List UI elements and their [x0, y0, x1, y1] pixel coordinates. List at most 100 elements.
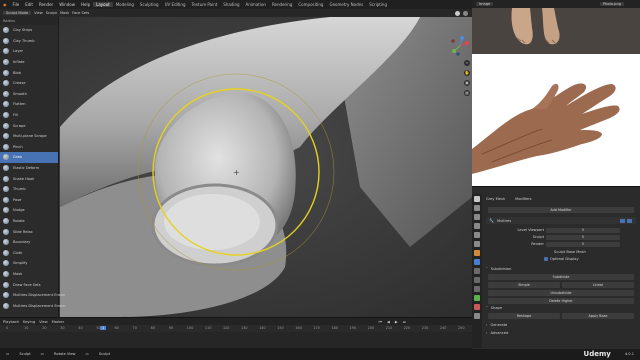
playhead[interactable]: 1 [100, 326, 107, 330]
camera-icon[interactable]: ▣ [464, 80, 470, 86]
tool-item[interactable]: Simplify [0, 258, 58, 269]
image-file-selector[interactable]: Photo.png [599, 2, 624, 6]
apply-base-button[interactable]: Apply Base [562, 313, 634, 319]
tab-uv-editing[interactable]: UV Editing [162, 2, 189, 7]
tab-shading[interactable]: Shading [220, 2, 242, 7]
menu-window[interactable]: Window [56, 2, 78, 7]
sculpt-base-mesh-checkbox[interactable]: Sculpt Base Mesh [554, 250, 586, 254]
unsubdivide-button[interactable]: Unsubdivide [488, 290, 634, 296]
wrench-icon[interactable]: 🔧 [489, 218, 494, 223]
tool-item[interactable]: Elastic Deform [0, 163, 58, 174]
tool-item[interactable]: Thumb [0, 184, 58, 195]
timeline-ruler[interactable]: 1 0 10 20 30 40 50 60 70 80 90 100 110 120 130 140 150 1… [0, 325, 472, 332]
generate-section[interactable]: › Generate [486, 323, 507, 327]
tool-item[interactable]: Draw Face Sets [0, 279, 58, 290]
output-tab-icon[interactable] [474, 214, 480, 220]
tool-item[interactable]: Boundary [0, 237, 58, 248]
timeline-menu-playback[interactable]: Playback [3, 320, 19, 324]
mode-selector[interactable]: Sculpt Mode [3, 11, 32, 15]
data-tab-icon[interactable] [474, 295, 480, 301]
tool-item[interactable]: Layer [0, 46, 58, 57]
delete-higher-button[interactable]: Delete Higher [488, 298, 634, 304]
object-tab-icon[interactable] [474, 250, 480, 256]
tool-item[interactable]: Multi-plane Scrape [0, 131, 58, 142]
blender-logo-icon[interactable]: ◉ [0, 2, 10, 7]
tab-layout[interactable]: Layout [93, 2, 113, 7]
menu-mask[interactable]: Mask [60, 11, 69, 15]
tab-animation[interactable]: Animation [243, 2, 269, 7]
modifiers-tab-label[interactable]: Modifiers [515, 197, 531, 201]
tool-item[interactable]: Clay Thumb [0, 36, 58, 47]
texture-tab-icon[interactable] [474, 313, 480, 319]
linear-button[interactable]: Linear [562, 282, 634, 288]
modifier-name[interactable]: Multires [497, 219, 511, 223]
image-menu[interactable]: Image [476, 2, 494, 6]
tab-compositing[interactable]: Compositing [295, 2, 326, 7]
tool-item[interactable]: Inflate [0, 57, 58, 68]
tool-tab-icon[interactable] [474, 196, 480, 202]
tool-item[interactable]: Blob [0, 67, 58, 78]
tab-geometry-nodes[interactable]: Geometry Nodes [326, 2, 366, 7]
tool-item[interactable]: Nudge [0, 205, 58, 216]
tool-item[interactable]: Mask [0, 269, 58, 280]
pan-hand-icon[interactable]: ✋ [464, 70, 470, 76]
subdivide-button[interactable]: Subdivide [488, 274, 634, 280]
timeline-menu-marker[interactable]: Marker [52, 320, 64, 324]
menu-view[interactable]: View [34, 11, 43, 15]
render-level-field[interactable]: 5 [546, 242, 620, 247]
subdivision-section[interactable]: ˅ Subdivision [486, 267, 511, 271]
reshape-button[interactable]: Reshape [488, 313, 560, 319]
timeline-menu-view[interactable]: View [39, 320, 48, 324]
advanced-section[interactable]: › Advanced [486, 331, 508, 335]
sculpt-level-field[interactable]: 5 [546, 235, 620, 240]
tool-item[interactable]: Clay Strips [0, 25, 58, 36]
tool-item[interactable]: Slide Relax [0, 226, 58, 237]
modifier-tab-icon[interactable] [474, 259, 480, 265]
timeline-track-area[interactable] [0, 332, 472, 348]
menu-help[interactable]: Help [78, 2, 93, 7]
scene-tab-icon[interactable] [474, 232, 480, 238]
3d-viewport[interactable]: + [0, 17, 472, 317]
grid-icon[interactable]: ▦ [464, 90, 470, 96]
tab-modeling[interactable]: Modeling [113, 2, 137, 7]
sculpt-mesh[interactable]: + [0, 17, 472, 317]
world-tab-icon[interactable] [474, 241, 480, 247]
modifier-render-toggle-icon[interactable] [627, 218, 632, 223]
navigation-gizmo[interactable] [450, 36, 470, 56]
tool-item[interactable]: Flatten [0, 99, 58, 110]
play-controls-icon[interactable]: ⏮ ◀ ▶ ⏭ [379, 320, 408, 324]
checkbox-checked-icon[interactable] [544, 257, 548, 261]
view-layer-tab-icon[interactable] [474, 223, 480, 229]
render-tab-icon[interactable] [474, 205, 480, 211]
menu-render[interactable]: Render [36, 2, 56, 7]
tool-item[interactable]: Pose [0, 195, 58, 206]
modifier-display-toggle-icon[interactable] [620, 218, 625, 223]
shading-solid-icon[interactable] [455, 10, 460, 16]
tool-item-active[interactable]: Grab [0, 152, 58, 163]
particles-tab-icon[interactable] [474, 268, 480, 274]
tab-texture-paint[interactable]: Texture Paint [188, 2, 220, 7]
shape-section[interactable]: ˅ Shape [486, 306, 502, 310]
menu-face-sets[interactable]: Face Sets [72, 11, 89, 15]
tool-item[interactable]: Smooth [0, 89, 58, 100]
object-name[interactable]: Grey Mesh [486, 197, 505, 201]
tool-item[interactable]: Fill [0, 110, 58, 121]
zoom-icon[interactable]: ⌕ [464, 60, 470, 66]
tab-rendering[interactable]: Rendering [269, 2, 295, 7]
menu-sculpt[interactable]: Sculpt [46, 11, 57, 15]
tool-item[interactable]: Multires Displacement Smear [0, 300, 66, 311]
tool-item[interactable]: Multires Displacement Eraser [0, 290, 66, 301]
tool-item[interactable]: Crease [0, 78, 58, 89]
add-modifier-button[interactable]: Add Modifier [488, 207, 634, 213]
tool-item[interactable]: Rotate [0, 216, 58, 227]
constraints-tab-icon[interactable] [474, 286, 480, 292]
timeline-menu-keying[interactable]: Keying [23, 320, 35, 324]
level-viewport-field[interactable]: 5 [546, 228, 620, 233]
tool-item[interactable]: Pinch [0, 142, 58, 153]
physics-tab-icon[interactable] [474, 277, 480, 283]
tool-item[interactable]: Scrape [0, 120, 58, 131]
menu-edit[interactable]: Edit [22, 2, 36, 7]
tool-item[interactable]: Cloth [0, 247, 58, 258]
simple-button[interactable]: Simple [488, 282, 560, 288]
menu-file[interactable]: File [10, 2, 23, 7]
